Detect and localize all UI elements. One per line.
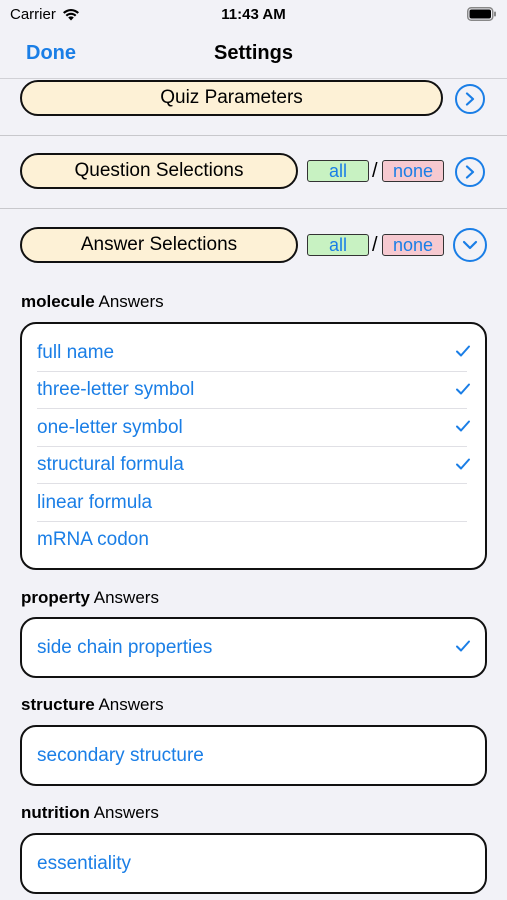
answer-select-all-button[interactable]: all [307, 234, 369, 256]
question-select-none-button[interactable]: none [382, 160, 444, 182]
nutrition-answers-list: essentiality [20, 833, 487, 894]
chevron-right-icon [465, 165, 475, 179]
list-item-label: one-letter symbol [37, 416, 183, 438]
molecule-answers-heading: molecule Answers [21, 292, 164, 312]
chevron-down-icon [462, 240, 478, 250]
property-answers-list: side chain properties [20, 617, 487, 678]
structure-answers-heading: structure Answers [21, 695, 164, 715]
list-item[interactable]: full name [22, 334, 485, 372]
status-time: 11:43 AM [221, 6, 286, 23]
list-item-label: three-letter symbol [37, 379, 195, 401]
list-item[interactable]: linear formula [22, 484, 485, 522]
slash-separator: / [372, 234, 378, 256]
question-selections-expand-button[interactable] [455, 157, 485, 187]
chevron-right-icon [465, 92, 475, 106]
divider [0, 135, 507, 136]
checkmark-icon [455, 381, 471, 403]
list-item[interactable]: essentiality [22, 845, 485, 883]
list-item[interactable]: secondary structure [22, 737, 485, 775]
navigation-bar: Done Settings [0, 30, 507, 79]
structure-answers-list: secondary structure [20, 725, 487, 786]
group-suffix: Answers [89, 803, 159, 822]
list-item[interactable]: three-letter symbol [22, 372, 485, 409]
list-item[interactable]: one-letter symbol [22, 409, 485, 447]
question-select-all-button[interactable]: all [307, 160, 369, 182]
quiz-parameters-label: Quiz Parameters [160, 87, 303, 108]
question-selections-button[interactable]: Question Selections [20, 153, 298, 189]
slash-separator: / [372, 160, 378, 182]
answer-selections-label: Answer Selections [80, 234, 238, 255]
checkmark-icon [455, 343, 471, 365]
list-item-label: mRNA codon [37, 529, 149, 551]
group-name: nutrition [21, 803, 90, 822]
list-item[interactable]: mRNA codon [22, 522, 485, 560]
list-item-label: linear formula [37, 491, 153, 513]
status-bar: Carrier 11:43 AM [0, 0, 507, 30]
quiz-parameters-expand-button[interactable] [455, 84, 485, 114]
page-title: Settings [214, 42, 293, 64]
list-item-label: full name [37, 341, 115, 363]
list-item-label: essentiality [37, 852, 131, 874]
group-name: property [21, 588, 90, 607]
quiz-parameters-button[interactable]: Quiz Parameters [20, 80, 443, 116]
checkmark-icon [455, 638, 471, 660]
question-selections-label: Question Selections [74, 160, 244, 181]
answer-selections-collapse-button[interactable] [453, 228, 487, 262]
group-suffix: Answers [94, 695, 164, 714]
answer-select-none-button[interactable]: none [382, 234, 444, 256]
list-item-label: secondary structure [37, 744, 204, 766]
group-name: molecule [21, 292, 95, 311]
group-suffix: Answers [89, 588, 159, 607]
property-answers-heading: property Answers [21, 588, 159, 608]
list-item[interactable]: side chain properties [22, 629, 485, 667]
nutrition-answers-heading: nutrition Answers [21, 803, 159, 823]
list-item[interactable]: structural formula [22, 447, 485, 484]
list-item-label: structural formula [37, 454, 184, 476]
checkmark-icon [455, 418, 471, 440]
molecule-answers-list: full name three-letter symbol one-letter s… [20, 322, 487, 570]
answer-selections-button[interactable]: Answer Selections [20, 227, 298, 263]
group-name: structure [21, 695, 95, 714]
divider [0, 208, 507, 209]
checkmark-icon [455, 456, 471, 478]
battery-icon [467, 7, 497, 25]
group-suffix: Answers [94, 292, 164, 311]
list-item-label: side chain properties [37, 636, 213, 658]
